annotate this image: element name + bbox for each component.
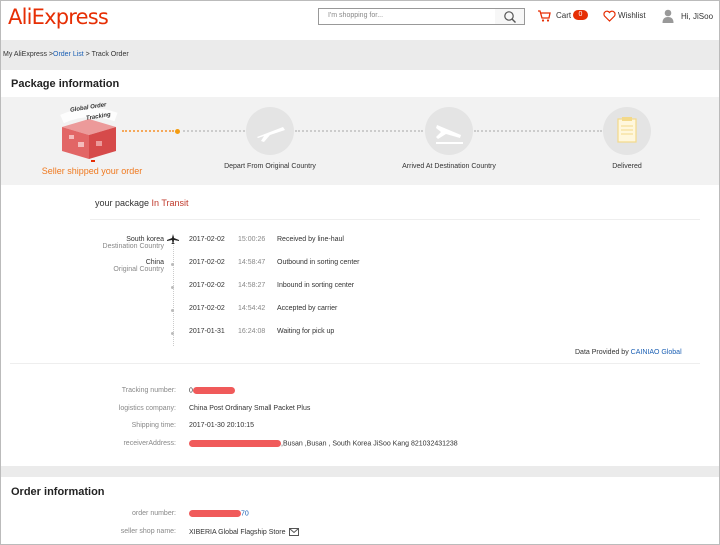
breadcrumb-order-list[interactable]: Order List (53, 51, 84, 58)
divider (10, 363, 700, 364)
order-number-label: order number: (132, 510, 176, 517)
timeline-line (173, 236, 174, 346)
shipping-time-label: Shipping time: (131, 422, 176, 429)
clipboard-icon (617, 117, 637, 143)
event-time: 14:58:27 (238, 282, 266, 289)
breadcrumb: My AliExpress >Order List > Track Order (3, 51, 129, 58)
tracking-number-value: 0 (189, 387, 235, 394)
tracking-progress: Global Order Tracking Seller shipped you… (0, 97, 720, 185)
event-time: 15:00:26 (238, 236, 266, 243)
location-sub: Original Country (113, 266, 164, 273)
provider-prefix: Data Provided by (575, 349, 631, 356)
progress-current-dot (175, 129, 180, 134)
order-information-panel: Order information order number: 70 selle… (0, 477, 720, 545)
package-section-title: Package information (11, 78, 120, 90)
event-date: 2017-01-31 (189, 328, 225, 335)
event-date: 2017-02-02 (189, 236, 225, 243)
location-destination: South korea Destination Country (60, 236, 164, 250)
event-date: 2017-02-02 (189, 259, 225, 266)
search-icon (504, 11, 516, 23)
order-section-title: Order information (11, 486, 105, 498)
receiver-address-label: receiverAddress: (123, 440, 176, 447)
breadcrumb-current: > Track Order (83, 51, 129, 58)
plane-takeoff-icon (257, 127, 285, 142)
divider (90, 219, 700, 220)
search-input[interactable]: I'm shopping for... (318, 8, 496, 25)
cart-count-badge: 0 (573, 10, 588, 20)
receiver-address-text: ,Busan ,Busan , South Korea JiSoo Kang 8… (281, 440, 458, 448)
event-description: Outbound in sorting center (277, 259, 360, 266)
active-step-marker (91, 160, 95, 162)
receiver-address-value: ,Busan ,Busan , South Korea JiSoo Kang 8… (189, 440, 458, 447)
logistics-company-value: China Post Ordinary Small Packet Plus (189, 405, 311, 412)
order-number-suffix[interactable]: 70 (241, 510, 249, 517)
order-number-value[interactable]: 70 (189, 510, 249, 517)
package-information-panel: Package information Global Order Trackin… (0, 70, 720, 466)
shipping-time-value: 2017-01-30 20:10:15 (189, 422, 254, 429)
timeline-dot (171, 286, 174, 289)
progress-line-pending-1 (183, 130, 245, 132)
aliexpress-logo[interactable]: AliExpress (8, 5, 109, 29)
event-date: 2017-02-02 (189, 282, 225, 289)
location-name: South korea (126, 236, 164, 243)
event-description: Waiting for pick up (277, 328, 335, 335)
airplane-icon (167, 234, 179, 244)
breadcrumb-root[interactable]: My AliExpress > (3, 51, 53, 58)
timeline-dot (171, 332, 174, 335)
plane-landing-icon (436, 125, 463, 144)
event-time: 14:54:42 (238, 305, 266, 312)
step-label-depart: Depart From Original Country (224, 163, 316, 170)
seller-shop-value: XIBERIA Global Flagship Store (189, 528, 300, 536)
top-header: AliExpress I'm shopping for... Cart 0 Wi… (0, 0, 720, 40)
event-description: Received by line-haul (277, 236, 344, 243)
location-sub: Destination Country (102, 243, 164, 250)
progress-line-pending-2 (295, 130, 423, 132)
wishlist-link[interactable]: Wishlist (618, 11, 646, 20)
depart-step-circle (246, 107, 294, 155)
delivered-step-circle (603, 107, 651, 155)
user-greeting[interactable]: Hi, JiSoo (681, 12, 713, 21)
location-origin: China Original Country (60, 259, 164, 273)
message-icon[interactable] (289, 528, 300, 536)
redaction-mark (189, 510, 241, 517)
step-label-arrived: Arrived At Destination Country (402, 163, 496, 170)
step-label-delivered: Delivered (612, 163, 642, 170)
event-date: 2017-02-02 (189, 305, 225, 312)
event-time: 14:58:47 (238, 259, 266, 266)
cart-link[interactable]: Cart (556, 11, 571, 20)
arrive-step-circle (425, 107, 473, 155)
user-avatar-icon[interactable] (662, 9, 674, 23)
cart-icon[interactable] (537, 9, 551, 23)
event-description: Inbound in sorting center (277, 282, 355, 289)
event-description: Accepted by carrier (277, 305, 338, 312)
location-name: China (145, 259, 164, 266)
timeline-dot (171, 309, 174, 312)
redaction-mark (192, 387, 235, 394)
step-label-shipped: Seller shipped your order (41, 166, 143, 176)
tracking-number-label: Tracking number: (121, 387, 176, 394)
redaction-mark (189, 440, 281, 447)
status-value: In Transit (151, 198, 189, 208)
event-time: 16:24:08 (238, 328, 266, 335)
progress-line-pending-3 (474, 130, 602, 132)
seller-shop-name[interactable]: XIBERIA Global Flagship Store (189, 529, 286, 536)
heart-icon[interactable] (603, 10, 616, 22)
seller-shop-label: seller shop name: (120, 528, 176, 535)
data-provider-note: Data Provided by CAINIAO Global (575, 349, 682, 356)
timeline-dot (171, 263, 174, 266)
logistics-company-label: logistics company: (118, 405, 176, 412)
search-button[interactable] (495, 8, 525, 25)
status-prefix: your package (95, 198, 152, 208)
provider-link[interactable]: CAINIAO Global (631, 349, 682, 356)
progress-line-done (122, 130, 174, 132)
package-status: your package In Transit (95, 198, 189, 208)
